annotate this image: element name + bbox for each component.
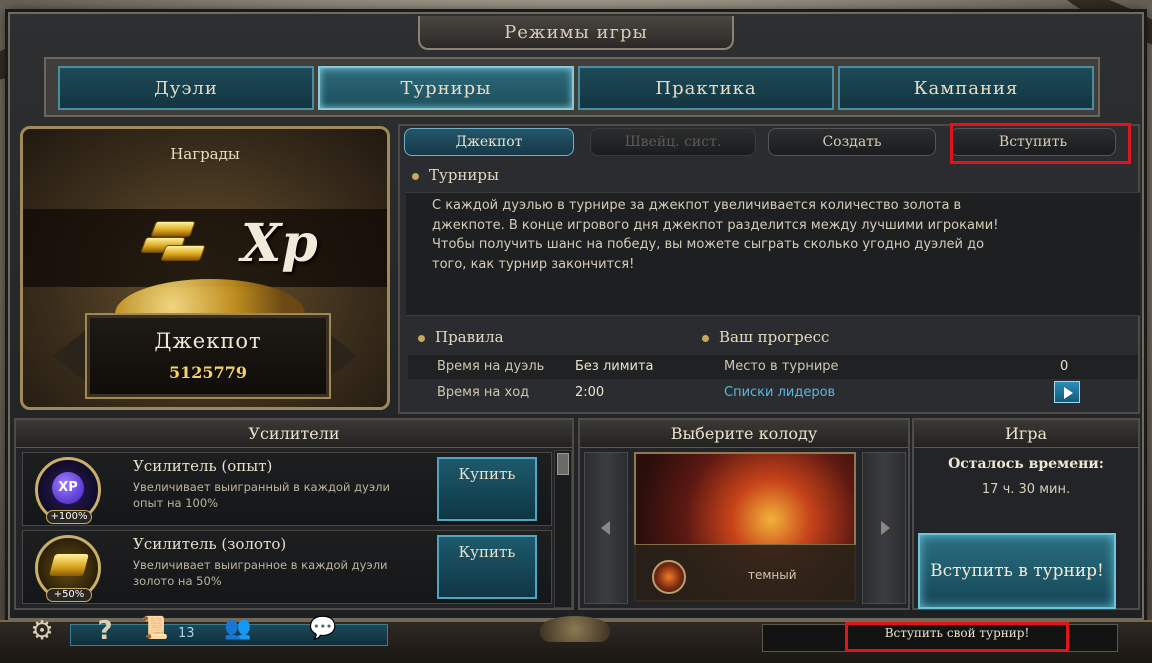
time-left-label: Осталось времени: (948, 456, 1104, 472)
booster-description: Увеличивает выигранный в каждой дуэли оп… (133, 480, 390, 510)
subtab-jackpot[interactable]: Джекпот (404, 128, 574, 156)
rules-heading-text: Правила (435, 328, 504, 346)
chat-icon[interactable]: 💬 (300, 616, 346, 641)
bullet-icon (418, 334, 425, 342)
gold-bars-icon (139, 215, 206, 271)
scrollbar-thumb[interactable] (557, 453, 569, 475)
description-line: джекпоте. В конце игрового дня джекпот р… (432, 217, 999, 233)
deck-next-arrow-icon[interactable] (862, 452, 906, 604)
tab-tournaments[interactable]: Турниры (318, 66, 574, 110)
jackpot-value: 5125779 (169, 363, 247, 382)
game-title: Игра (914, 420, 1138, 448)
bullet-icon (702, 334, 709, 342)
window-title: Режимы игры (418, 16, 734, 50)
jackpot-plate: Джекпот 5125779 (85, 313, 331, 399)
tab-campaign[interactable]: Кампания (838, 66, 1094, 110)
tournaments-heading-text: Турниры (429, 166, 499, 184)
booster-percent-badge: +100% (46, 510, 92, 524)
gold-booster-icon: +50% (35, 535, 101, 602)
booster-name: Усилитель (золото) (133, 535, 287, 553)
rewards-panel: Награды Xp Джекпот 5125779 (20, 126, 390, 410)
tournaments-heading: Турниры (412, 166, 499, 184)
tournament-description: С каждой дуэлью в турнире за джекпот уве… (432, 196, 1122, 274)
place-value: 0 (1060, 359, 1069, 374)
friends-icon[interactable]: 👥 (218, 616, 258, 641)
xp-icon: Xp (241, 213, 318, 274)
subtab-create[interactable]: Создать (768, 128, 936, 156)
time-per-duel-label: Время на дуэль (437, 359, 545, 374)
place-label: Место в турнире (724, 359, 839, 374)
subtab-swiss-system[interactable]: Швейц. сист. (590, 128, 756, 156)
time-left-value: 17 ч. 30 мин. (981, 482, 1071, 497)
description-line: того, как турнир закончится! (432, 256, 635, 272)
buy-gold-booster-button[interactable]: Купить (437, 535, 537, 599)
booster-item-gold: +50% Усилитель (золото) Увеличивает выиг… (22, 530, 552, 604)
arrow-left-icon (53, 329, 87, 383)
quest-count: 13 (178, 626, 195, 641)
enter-tournament-button[interactable]: Вступить в турнир! (918, 533, 1116, 609)
xp-icon: XP (52, 472, 84, 504)
bullet-icon (412, 172, 419, 180)
rules-heading: Правила (418, 328, 504, 346)
progress-heading: Ваш прогресс (702, 328, 829, 346)
leaderboard-play-button[interactable] (1054, 381, 1080, 403)
jackpot-label: Джекпот (154, 329, 262, 353)
gold-bar-icon (49, 554, 89, 576)
settings-gear-icon[interactable]: ⚙ (20, 616, 64, 646)
leaderboard-link[interactable]: Списки лидеров (724, 385, 835, 400)
boosters-title: Усилители (16, 420, 572, 448)
deck-title: Выберите колоду (580, 420, 908, 448)
booster-item-xp: XP +100% Усилитель (опыт) Увеличивает вы… (22, 452, 552, 526)
help-icon[interactable]: ? (90, 616, 120, 646)
booster-description: Увеличивает выигранное в каждой дуэли зо… (133, 558, 388, 588)
deck-name: темный (748, 568, 797, 582)
tab-duels[interactable]: Дуэли (58, 66, 314, 110)
boosters-panel: Усилители XP +100% Усилитель (опыт) Увел… (14, 418, 574, 610)
time-per-turn-value: 2:00 (575, 385, 605, 400)
buy-xp-booster-button[interactable]: Купить (437, 457, 537, 521)
rewards-title: Награды (170, 145, 240, 163)
progress-heading-text: Ваш прогресс (719, 328, 830, 346)
join-highlight-box (950, 123, 1131, 164)
status-highlight-box (845, 622, 1069, 652)
scroll-quests-icon[interactable]: 📜 (138, 616, 172, 641)
time-per-turn-label: Время на ход (437, 385, 530, 400)
dark-deck-emblem-icon (652, 560, 686, 594)
time-per-duel-value: Без лимита (575, 359, 654, 374)
description-line: С каждой дуэлью в турнире за джекпот уве… (432, 198, 962, 213)
booster-name: Усилитель (опыт) (133, 457, 273, 475)
booster-percent-badge: +50% (46, 588, 92, 602)
xp-booster-icon: XP +100% (35, 457, 101, 524)
center-ornament (540, 616, 610, 642)
rewards-band (23, 209, 387, 287)
description-line: Чтобы получить шанс на победу, вы можете… (432, 237, 985, 252)
boosters-scrollbar[interactable] (554, 450, 572, 608)
tab-practice[interactable]: Практика (578, 66, 834, 110)
deck-prev-arrow-icon[interactable] (584, 452, 628, 604)
